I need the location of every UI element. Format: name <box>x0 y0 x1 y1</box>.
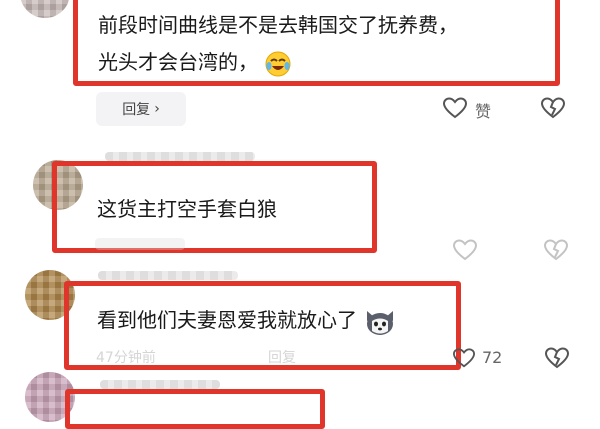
comment-text-line-1: 前段时间曲线是不是去韩国交了抚养费， <box>98 13 458 37</box>
like-count: 72 <box>482 348 503 367</box>
reply-button[interactable]: 回复 › <box>96 92 186 126</box>
dislike-icon[interactable] <box>544 346 570 370</box>
dislike-icon[interactable] <box>543 238 569 262</box>
chevron-right-icon: › <box>154 101 160 117</box>
username-blurred[interactable] <box>100 380 220 389</box>
avatar[interactable] <box>20 0 70 18</box>
heart-icon[interactable] <box>452 347 476 369</box>
laughing-crying-emoji-icon <box>264 50 292 78</box>
like-label[interactable]: 赞 <box>475 98 491 122</box>
reply-button[interactable]: 回复 <box>268 347 296 367</box>
comment-text: 这货主打空手套白狼 <box>97 197 277 221</box>
comment-text-line: 看到他们夫妻恩爱我就放心了 <box>97 303 397 337</box>
comment-text-line-2: 光头才会台湾的， <box>98 45 292 79</box>
heart-icon[interactable] <box>452 238 478 262</box>
dislike-icon[interactable] <box>540 96 566 120</box>
highlight-box <box>65 389 325 429</box>
comment-meta-blurred <box>95 238 185 250</box>
comment-time: 47分钟前 <box>96 350 156 366</box>
heart-icon[interactable] <box>442 96 468 120</box>
husky-dog-emoji-icon <box>363 307 397 337</box>
username-blurred[interactable] <box>98 271 238 280</box>
username-blurred[interactable] <box>105 152 255 161</box>
reply-label: 回复 <box>122 102 151 118</box>
